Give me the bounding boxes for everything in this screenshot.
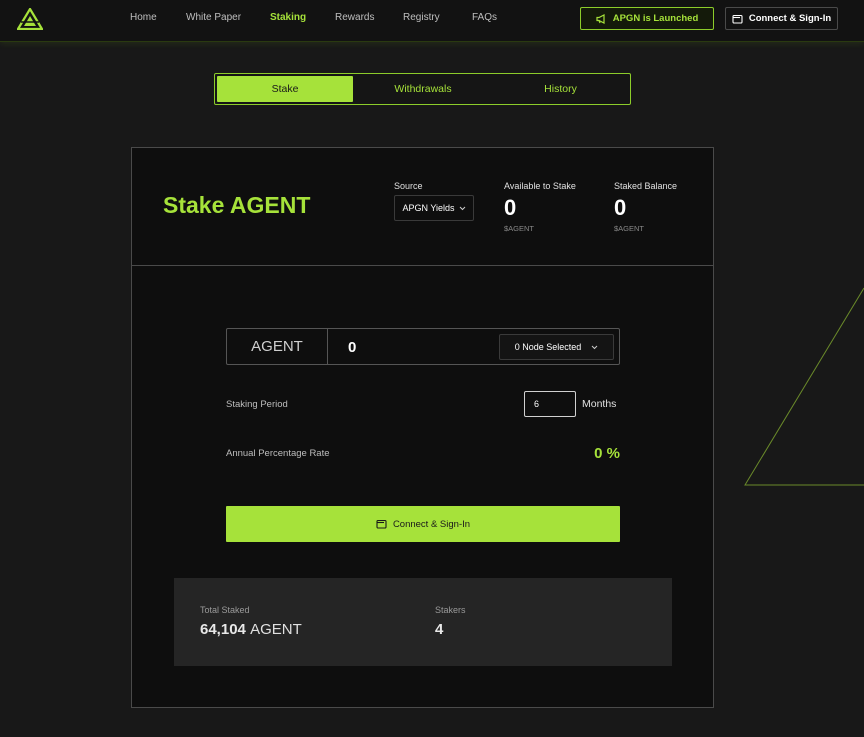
staking-period-label: Staking Period [226,399,288,410]
token-label: AGENT [227,329,328,364]
chevron-down-icon [459,206,465,210]
nav-staking[interactable]: Staking [270,12,306,23]
apgn-launched-button[interactable]: APGN is Launched [580,7,714,30]
stakers-label: Stakers [435,605,466,615]
page-title: Stake AGENT [163,192,311,218]
card-divider [132,265,713,266]
tab-history[interactable]: History [493,76,628,102]
apr-label: Annual Percentage Rate [226,448,330,459]
total-staked-number: 64,104 [200,621,246,638]
connect-signin-header-button[interactable]: Connect & Sign-In [725,7,838,30]
staking-tabs: Stake Withdrawals History [214,73,631,105]
source-dropdown[interactable]: APGN Yields [394,195,474,221]
total-staked-label: Total Staked [200,605,250,615]
staking-stats: Total Staked 64,104 AGENT Stakers 4 [174,578,672,666]
available-value: 0 [504,195,517,220]
connect-signin-label: Connect & Sign-In [392,518,471,530]
staking-period-input[interactable] [524,391,576,417]
connect-signin-header-label: Connect & Sign-In [748,13,832,24]
period-unit-label: Months [582,398,617,410]
node-select-value: 0 Node Selected [514,342,582,352]
total-staked-unit: AGENT [250,621,302,638]
node-select-dropdown[interactable]: 0 Node Selected [499,334,614,360]
apgn-launched-label: APGN is Launched [612,13,699,24]
source-value: APGN Yields [402,203,455,213]
tab-stake[interactable]: Stake [217,76,353,102]
nav-home[interactable]: Home [130,12,157,23]
nav-rewards[interactable]: Rewards [335,12,374,23]
total-staked-value: 64,104 AGENT [200,621,302,638]
apr-value: 0 % [594,445,620,462]
staked-label: Staked Balance [614,181,678,191]
top-navbar: Home White Paper Staking Rewards Registr… [0,0,864,42]
stake-card: Stake AGENT Source APGN Yields Available… [131,147,714,708]
source-label: Source [394,181,423,191]
stake-amount-input[interactable] [348,337,488,357]
available-label: Available to Stake [504,181,576,191]
staked-value: 0 [614,195,627,220]
nav-white-paper[interactable]: White Paper [186,12,241,23]
chevron-down-icon [591,345,598,349]
wallet-icon [376,519,387,529]
connect-signin-button[interactable]: Connect & Sign-In [226,506,620,542]
wallet-icon [732,14,743,24]
nav-registry[interactable]: Registry [403,12,440,23]
tab-withdrawals[interactable]: Withdrawals [355,76,491,102]
staked-unit: $AGENT [614,224,645,233]
decorative-triangle-icon [744,287,864,486]
available-unit: $AGENT [504,224,535,233]
megaphone-icon [596,13,605,24]
stakers-value: 4 [435,621,444,638]
nav-faqs[interactable]: FAQs [472,12,497,23]
apgn-logo-icon[interactable] [17,8,43,30]
stake-amount-row: AGENT 0 Node Selected [226,328,620,365]
